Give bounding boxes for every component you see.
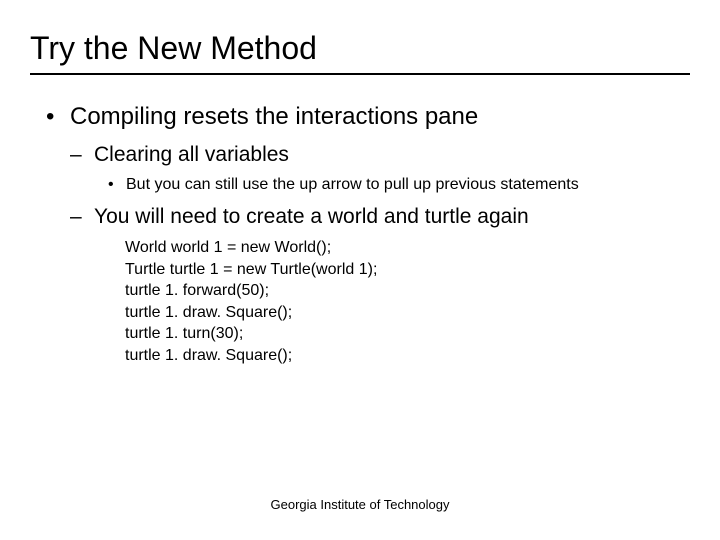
slide-title: Try the New Method	[30, 30, 690, 75]
bullet-level1: Compiling resets the interactions pane	[38, 103, 690, 131]
code-line: World world 1 = new World();	[125, 237, 690, 259]
code-block: World world 1 = new World(); Turtle turt…	[125, 237, 690, 367]
footer-institution: Georgia Institute of Technology	[0, 497, 720, 512]
code-line: Turtle turtle 1 = new Turtle(world 1);	[125, 259, 690, 281]
bullet-level2-recreate: You will need to create a world and turt…	[70, 205, 690, 229]
bullet-level2-clearing: Clearing all variables	[70, 143, 690, 167]
code-line: turtle 1. forward(50);	[125, 280, 690, 302]
code-line: turtle 1. draw. Square();	[125, 302, 690, 324]
code-line: turtle 1. draw. Square();	[125, 345, 690, 367]
code-line: turtle 1. turn(30);	[125, 323, 690, 345]
bullet-level3-uparrow: But you can still use the up arrow to pu…	[108, 175, 638, 195]
